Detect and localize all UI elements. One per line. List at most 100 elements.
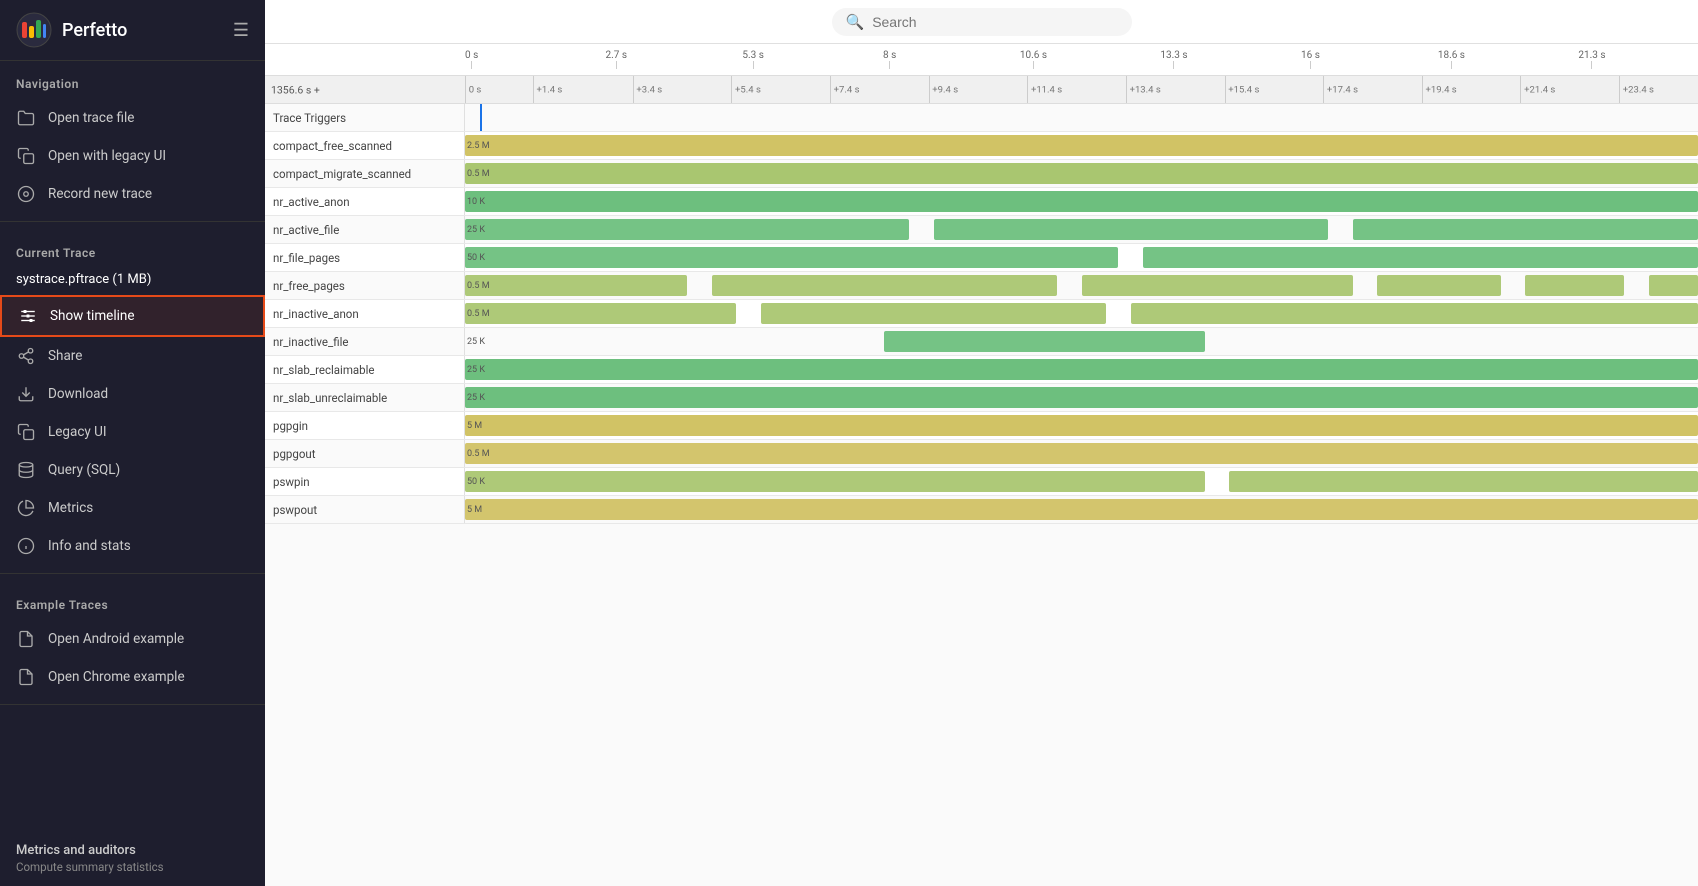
bar-segment	[465, 163, 1698, 184]
secondary-tick-label: 0 s	[469, 84, 482, 95]
bar-segment	[465, 191, 1698, 212]
secondary-tick-line	[533, 76, 534, 103]
ruler-tick: 8 s	[883, 50, 896, 69]
secondary-tick-label: +13.4 s	[1130, 84, 1161, 95]
file-icon	[16, 629, 36, 649]
ruler-tick: 5.3 s	[742, 50, 764, 69]
secondary-tick-label: +7.4 s	[834, 84, 860, 95]
bar-value-label: 50 K	[467, 253, 485, 263]
sidebar-item-chrome-example[interactable]: Open Chrome example	[0, 658, 265, 696]
row-label: pswpout	[265, 496, 465, 523]
sidebar-item-legacy-ui[interactable]: Legacy UI	[0, 413, 265, 451]
row-label: nr_file_pages	[265, 244, 465, 271]
bar-segment	[761, 303, 1106, 324]
database-icon	[16, 460, 36, 480]
top-ruler-inner: 0 s2.7 s5.3 s8 s10.6 s13.3 s16 s18.6 s21…	[465, 44, 1698, 75]
bar-segment	[1082, 275, 1353, 296]
secondary-tick-line	[465, 76, 466, 103]
secondary-ruler-inner: 0 s+1.4 s+3.4 s+5.4 s+7.4 s+9.4 s+11.4 s…	[465, 76, 1698, 103]
bar-segment	[465, 359, 1698, 380]
folder-open-icon	[16, 108, 36, 128]
row-label: compact_migrate_scanned	[265, 160, 465, 187]
sidebar-item-show-timeline[interactable]: Show timeline	[0, 295, 265, 337]
bar-value-label: 10 K	[467, 197, 485, 207]
secondary-tick-line	[830, 76, 831, 103]
ruler-tick: 10.6 s	[1020, 50, 1047, 69]
top-ruler: 0 s2.7 s5.3 s8 s10.6 s13.3 s16 s18.6 s21…	[265, 44, 1698, 76]
bar-segment	[465, 499, 1698, 520]
bar-segment	[465, 275, 687, 296]
info-icon	[16, 536, 36, 556]
row-bar-area: 50 K	[465, 468, 1698, 495]
sidebar-item-metrics[interactable]: Metrics	[0, 489, 265, 527]
sidebar-item-open-trace[interactable]: Open trace file	[0, 99, 265, 137]
metrics-auditors-subtitle: Compute summary statistics	[16, 860, 249, 874]
trace-row[interactable]: nr_active_file25 K	[265, 216, 1698, 244]
sidebar-item-query-sql[interactable]: Query (SQL)	[0, 451, 265, 489]
trace-row[interactable]: nr_file_pages50 K	[265, 244, 1698, 272]
bar-segment	[465, 303, 736, 324]
sidebar-item-label: Legacy UI	[48, 424, 107, 440]
trace-row[interactable]: pgpgin5 M	[265, 412, 1698, 440]
metrics-auditors-section: Metrics and auditors Compute summary sta…	[0, 831, 265, 886]
row-bar-area: 0.5 M	[465, 160, 1698, 187]
bar-value-label: 2.5 M	[467, 141, 490, 151]
bar-segment	[465, 247, 1118, 268]
sidebar-item-open-legacy[interactable]: Open with legacy UI	[0, 137, 265, 175]
sidebar-item-record-trace[interactable]: Record new trace	[0, 175, 265, 213]
sidebar-item-label: Open Chrome example	[48, 669, 185, 685]
trace-row[interactable]: nr_active_anon10 K	[265, 188, 1698, 216]
sidebar-item-android-example[interactable]: Open Android example	[0, 620, 265, 658]
row-bar-area: 25 K	[465, 328, 1698, 355]
legacy-ui-icon	[16, 422, 36, 442]
bar-value-label: 0.5 M	[467, 169, 490, 179]
divider	[0, 704, 265, 705]
secondary-tick-label: +1.4 s	[537, 84, 563, 95]
sidebar-header: Perfetto ☰	[0, 0, 265, 61]
trace-rows-container[interactable]: 1356.6 s + 0 s+1.4 s+3.4 s+5.4 s+7.4 s+9…	[265, 76, 1698, 886]
trace-row[interactable]: nr_slab_reclaimable25 K	[265, 356, 1698, 384]
sidebar: Perfetto ☰ Navigation Open trace file Op…	[0, 0, 265, 886]
cursor-line	[480, 104, 482, 131]
main-content: 🔍 0 s2.7 s5.3 s8 s10.6 s13.3 s16 s18.6 s…	[265, 0, 1698, 886]
sidebar-item-download[interactable]: Download	[0, 375, 265, 413]
app-title: Perfetto	[62, 20, 223, 41]
bar-segment	[465, 387, 1698, 408]
sidebar-item-label: Download	[48, 386, 108, 402]
trace-row[interactable]: compact_migrate_scanned0.5 M	[265, 160, 1698, 188]
trace-row[interactable]: pswpout5 M	[265, 496, 1698, 524]
row-label: nr_active_anon	[265, 188, 465, 215]
divider	[0, 573, 265, 574]
sidebar-item-share[interactable]: Share	[0, 337, 265, 375]
trace-row[interactable]: pgpgout0.5 M	[265, 440, 1698, 468]
secondary-tick-line	[1225, 76, 1226, 103]
trace-row[interactable]: nr_free_pages0.5 M	[265, 272, 1698, 300]
radio-icon	[16, 184, 36, 204]
secondary-tick-line	[1323, 76, 1324, 103]
ruler-tick: 0 s	[465, 50, 478, 69]
sidebar-item-info-stats[interactable]: Info and stats	[0, 527, 265, 565]
bar-value-label: 5 M	[467, 421, 482, 431]
sidebar-item-label: Share	[48, 348, 82, 364]
secondary-tick-label: +17.4 s	[1327, 84, 1358, 95]
bar-segment	[1131, 303, 1698, 324]
trace-row[interactable]: nr_slab_unreclaimable25 K	[265, 384, 1698, 412]
search-input[interactable]	[872, 14, 1092, 30]
trace-row[interactable]: nr_inactive_anon0.5 M	[265, 300, 1698, 328]
row-bar-area: 25 K	[465, 356, 1698, 383]
trace-row[interactable]: nr_inactive_file25 K	[265, 328, 1698, 356]
hamburger-icon[interactable]: ☰	[233, 20, 249, 41]
search-bar[interactable]: 🔍	[832, 8, 1132, 36]
secondary-tick-line	[1126, 76, 1127, 103]
trace-row[interactable]: pswpin50 K	[265, 468, 1698, 496]
timeline-container: 0 s2.7 s5.3 s8 s10.6 s13.3 s16 s18.6 s21…	[265, 44, 1698, 886]
trace-row[interactable]: Trace Triggers	[265, 104, 1698, 132]
file-icon	[16, 667, 36, 687]
trace-row[interactable]: compact_free_scanned2.5 M	[265, 132, 1698, 160]
bar-value-label: 50 K	[467, 477, 485, 487]
share-icon	[16, 346, 36, 366]
secondary-tick-line	[1619, 76, 1620, 103]
divider	[0, 221, 265, 222]
row-label: pgpgin	[265, 412, 465, 439]
sidebar-item-label: Open Android example	[48, 631, 184, 647]
